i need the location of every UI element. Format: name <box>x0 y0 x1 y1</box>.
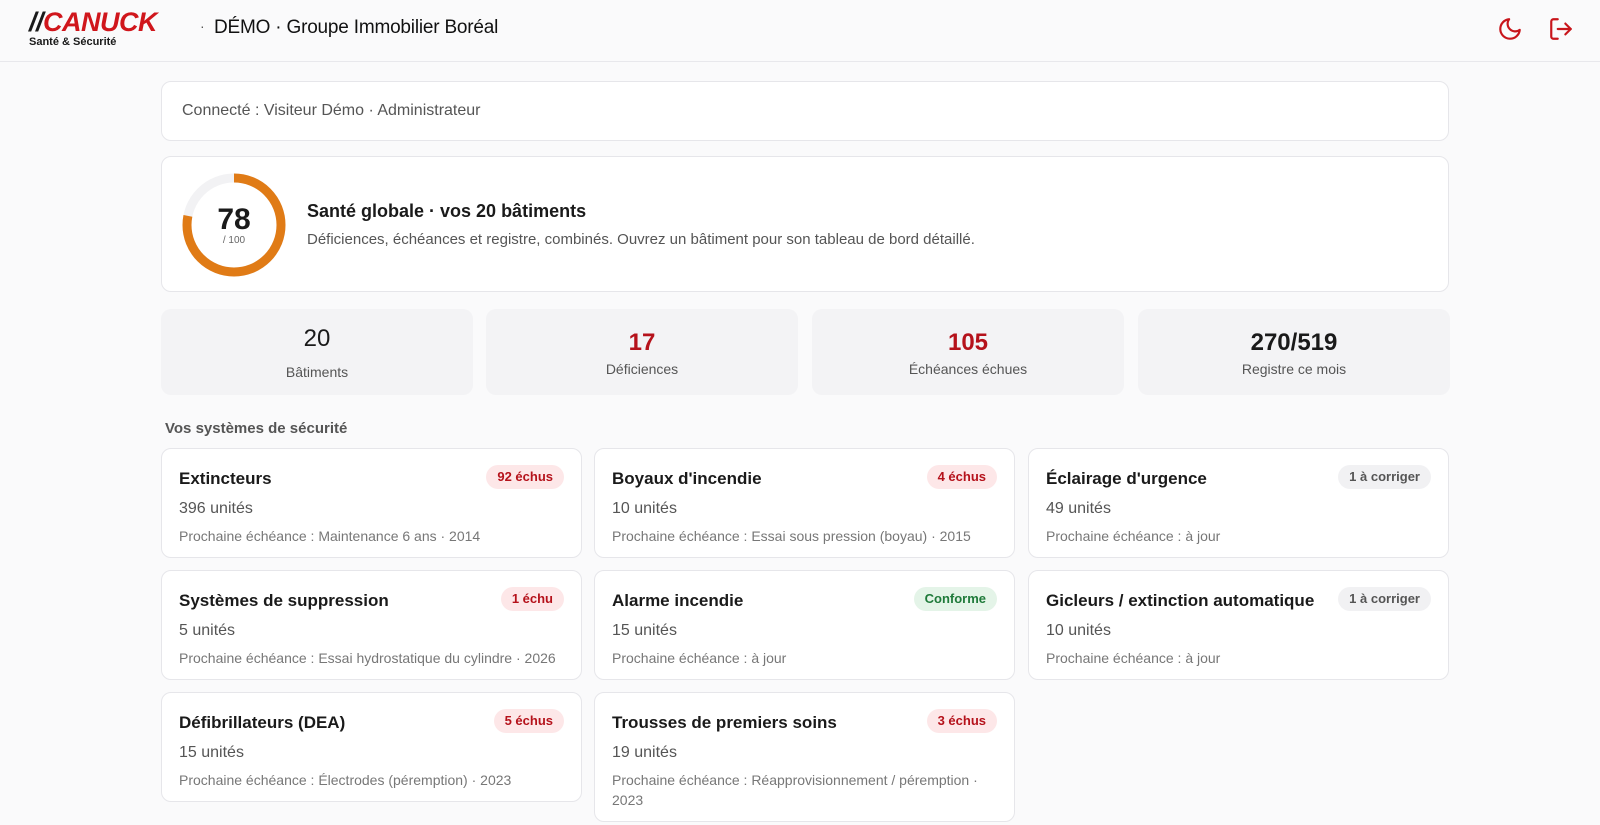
system-units: 15 unités <box>612 622 677 639</box>
canuck-logo[interactable]: //CANUCK Santé & Sécurité <box>29 8 194 48</box>
system-name: Boyaux d'incendie <box>612 469 762 488</box>
system-next-due: Prochaine échéance : Essai sous pression… <box>612 528 971 544</box>
stat-buildings[interactable]: 20 Bâtiments <box>161 309 473 395</box>
global-health-card[interactable]: 78 / 100 Santé globale · vos 20 bâtiment… <box>161 156 1449 292</box>
stat-label: Bâtiments <box>285 364 349 380</box>
status-badge: 92 échus <box>486 465 564 489</box>
stat-label: Déficiences <box>605 361 679 377</box>
stat-label: Registre ce mois <box>1241 361 1347 377</box>
system-next-due: Prochaine échéance : à jour <box>612 650 787 666</box>
system-card-eclairage[interactable]: Éclairage d'urgence 1 à corriger 49 unit… <box>1028 448 1449 558</box>
health-score: 78 <box>217 203 251 236</box>
system-next-due: Prochaine échéance : Maintenance 6 ans ·… <box>179 528 481 544</box>
system-name: Alarme incendie <box>612 591 744 610</box>
stat-value: 17 <box>628 329 656 356</box>
system-next-due: Prochaine échéance : à jour <box>1046 528 1221 544</box>
app-header: //CANUCK Santé & Sécurité · DÉMO · Group… <box>0 0 1600 62</box>
logout-button[interactable] <box>1546 14 1576 44</box>
status-badge: 5 échus <box>493 709 564 733</box>
moon-icon <box>1499 18 1521 40</box>
stat-value: 20 <box>303 325 331 352</box>
organization-title: DÉMO · Groupe Immobilier Boréal <box>214 17 499 38</box>
system-card-alarme[interactable]: Alarme incendie Conforme 15 unités Proch… <box>594 570 1015 680</box>
system-name: Gicleurs / extinction automatique <box>1046 591 1315 610</box>
status-badge: 4 échus <box>926 465 997 489</box>
logo-slashes: // <box>29 7 44 37</box>
logout-icon <box>1550 18 1572 40</box>
stat-label: Échéances échues <box>908 361 1028 377</box>
system-units: 396 unités <box>179 500 253 517</box>
stat-value: 270/519 <box>1250 329 1338 356</box>
system-units: 10 unités <box>612 500 677 517</box>
logo-brand: CANUCK <box>43 7 158 37</box>
logo-subtitle: Santé & Sécurité <box>29 36 117 48</box>
system-card-suppression[interactable]: Systèmes de suppression 1 échu 5 unités … <box>161 570 582 680</box>
health-gauge: 78 / 100 <box>180 171 288 279</box>
system-name: Défibrillateurs (DEA) <box>179 713 346 732</box>
health-score-max: / 100 <box>222 235 246 246</box>
health-description: Déficiences, échéances et registre, comb… <box>307 231 975 248</box>
system-units: 5 unités <box>179 622 236 639</box>
stat-register[interactable]: 270/519 Registre ce mois <box>1138 309 1450 395</box>
status-badge: 1 à corriger <box>1338 587 1431 611</box>
system-card-defibrillateurs[interactable]: Défibrillateurs (DEA) 5 échus 15 unités … <box>161 692 582 802</box>
systems-section-title: Vos systèmes de sécurité <box>165 420 348 437</box>
system-card-gicleurs[interactable]: Gicleurs / extinction automatique 1 à co… <box>1028 570 1449 680</box>
system-name: Systèmes de suppression <box>179 591 389 610</box>
system-units: 49 unités <box>1046 500 1111 517</box>
system-card-trousses[interactable]: Trousses de premiers soins 3 échus 19 un… <box>594 692 1015 822</box>
status-badge: 1 échu <box>500 587 564 611</box>
system-card-extincteurs[interactable]: Extincteurs 92 échus 396 unités Prochain… <box>161 448 582 558</box>
system-name: Trousses de premiers soins <box>612 713 837 732</box>
stat-value: 105 <box>947 329 989 356</box>
session-banner: Connecté : Visiteur Démo · Administrateu… <box>161 81 1449 141</box>
system-units: 19 unités <box>612 744 677 761</box>
system-name: Extincteurs <box>179 469 272 488</box>
system-name: Éclairage d'urgence <box>1046 469 1207 488</box>
system-next-due: Prochaine échéance : Électrodes (pérempt… <box>179 772 512 788</box>
stat-overdue[interactable]: 105 Échéances échues <box>812 309 1124 395</box>
status-badge: 3 échus <box>926 709 997 733</box>
theme-toggle-button[interactable] <box>1495 14 1525 44</box>
system-card-boyaux[interactable]: Boyaux d'incendie 4 échus 10 unités Proc… <box>594 448 1015 558</box>
health-title: Santé globale · vos 20 bâtiments <box>307 201 587 221</box>
session-text: Connecté : Visiteur Démo · Administrateu… <box>182 102 481 119</box>
system-next-due: Prochaine échéance : à jour <box>1046 650 1221 666</box>
stat-deficiencies[interactable]: 17 Déficiences <box>486 309 798 395</box>
system-next-due: Prochaine échéance : Réapprovisionnement… <box>612 772 978 808</box>
status-badge: Conforme <box>913 587 997 611</box>
status-badge: 1 à corriger <box>1338 465 1431 489</box>
system-units: 10 unités <box>1046 622 1111 639</box>
system-units: 15 unités <box>179 744 244 761</box>
header-separator: · <box>200 18 205 34</box>
system-next-due: Prochaine échéance : Essai hydrostatique… <box>179 650 556 666</box>
